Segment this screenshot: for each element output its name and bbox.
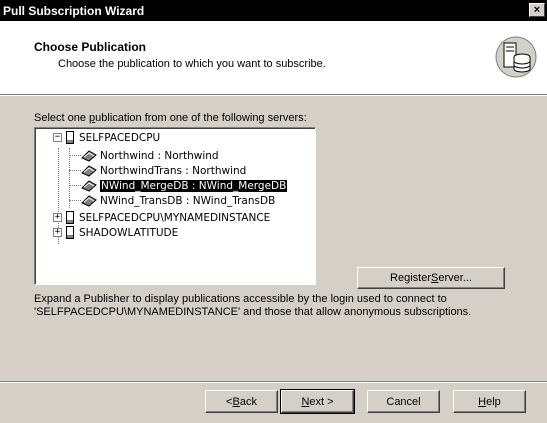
next-button[interactable]: Next > bbox=[280, 389, 355, 414]
publication-icon bbox=[81, 195, 97, 207]
tree-node-publication[interactable]: NorthwindTrans : Northwind bbox=[81, 163, 246, 178]
publication-icon bbox=[81, 165, 97, 177]
server-database-icon bbox=[495, 36, 537, 78]
tree-connector bbox=[69, 155, 81, 156]
collapse-icon[interactable]: − bbox=[53, 133, 62, 142]
expand-icon[interactable]: + bbox=[53, 213, 62, 222]
page-subtitle: Choose the publication to which you want… bbox=[58, 58, 326, 70]
page-title: Choose Publication bbox=[34, 40, 147, 54]
server-icon bbox=[66, 211, 74, 224]
publisher-note: Expand a Publisher to display publicatio… bbox=[34, 293, 472, 318]
expand-icon[interactable]: + bbox=[53, 228, 62, 237]
server-icon bbox=[66, 131, 74, 144]
publication-icon bbox=[81, 180, 97, 192]
back-button[interactable]: < Back bbox=[205, 390, 278, 413]
tree-connector bbox=[69, 148, 70, 208]
tree-node-publication-selected[interactable]: NWind_MergeDB : NWind_MergeDB bbox=[81, 178, 289, 193]
publication-prompt: Select one publication from one of the f… bbox=[34, 112, 307, 124]
tree-node-server[interactable]: + SELFPACEDCPU\MYNAMEDINSTANCE bbox=[53, 210, 270, 225]
tree-connector bbox=[69, 170, 81, 171]
title-bar: Pull Subscription Wizard × bbox=[0, 0, 547, 21]
cancel-button[interactable]: Cancel bbox=[367, 390, 440, 413]
publication-icon bbox=[81, 150, 97, 162]
help-button[interactable]: Help bbox=[453, 390, 526, 413]
close-icon[interactable]: × bbox=[529, 3, 545, 17]
tree-node-publication[interactable]: Northwind : Northwind bbox=[81, 148, 219, 163]
server-icon bbox=[66, 226, 74, 239]
wizard-header: Choose Publication Choose the publicatio… bbox=[0, 21, 547, 95]
footer-divider-highlight bbox=[0, 382, 547, 383]
tree-node-publication[interactable]: NWind_TransDB : NWind_TransDB bbox=[81, 193, 275, 208]
tree-node-server[interactable]: + SHADOWLATITUDE bbox=[53, 225, 178, 240]
tree-connector bbox=[69, 200, 81, 201]
header-divider bbox=[0, 95, 547, 96]
tree-node-server[interactable]: − SELFPACEDCPU bbox=[53, 130, 160, 145]
tree-connector bbox=[69, 185, 81, 186]
register-server-button[interactable]: Register Server... bbox=[357, 267, 505, 289]
window-title: Pull Subscription Wizard bbox=[3, 3, 145, 18]
publication-tree[interactable]: − SELFPACEDCPU Northwind : Northwind Nor… bbox=[34, 127, 316, 285]
